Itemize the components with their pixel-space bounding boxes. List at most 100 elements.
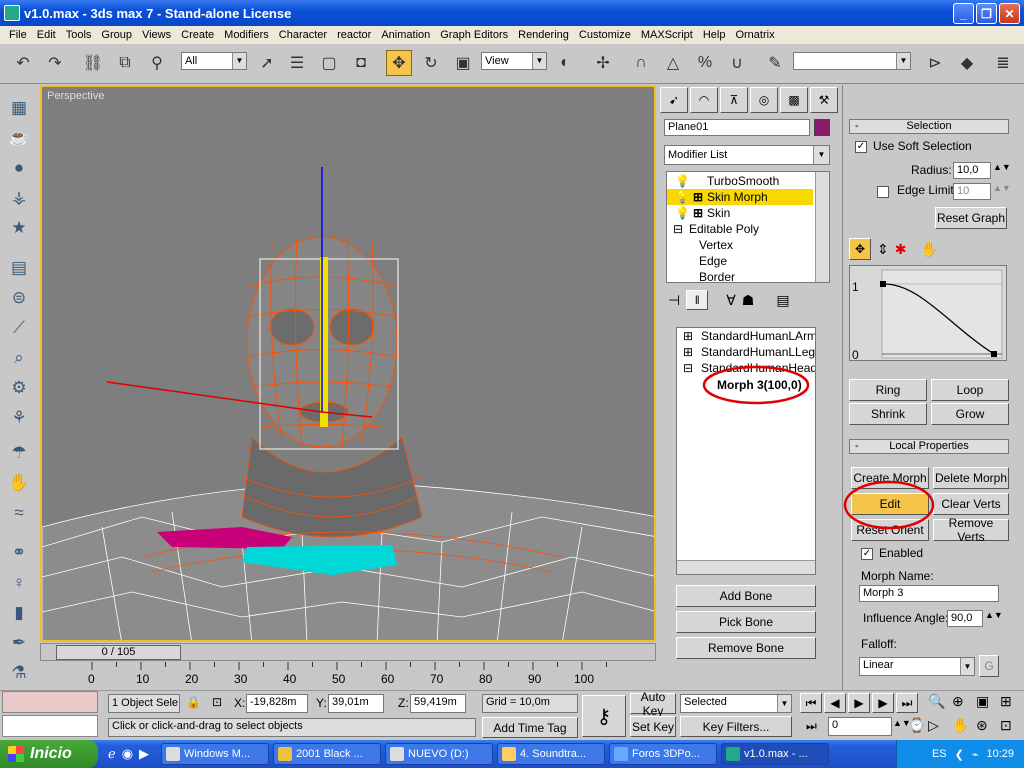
- enabled-checkbox[interactable]: ✓: [861, 548, 873, 560]
- tab-motion-icon[interactable]: ◎: [750, 87, 778, 113]
- absolute-mode-icon[interactable]: ⊡: [212, 695, 222, 709]
- mirror-icon[interactable]: ⊳: [922, 50, 948, 76]
- bulb-icon[interactable]: 💡: [675, 205, 690, 221]
- field-of-view-icon[interactable]: ▷: [928, 717, 950, 739]
- stack-subitem-border[interactable]: Border: [667, 269, 813, 282]
- menu-character[interactable]: Character: [274, 29, 332, 41]
- collapse-minus-icon[interactable]: ⊟: [673, 221, 683, 237]
- create-light-icon[interactable]: ⚶: [6, 185, 32, 211]
- scene-canvas[interactable]: [42, 87, 656, 642]
- scale-point-icon[interactable]: ⇕: [877, 241, 889, 258]
- task-soundtrack[interactable]: 4. Soundtra...: [497, 743, 606, 765]
- biped-icon[interactable]: ♀: [6, 570, 32, 596]
- create-bone-icon[interactable]: ⟋: [6, 315, 32, 341]
- clock[interactable]: 10:29: [986, 748, 1014, 760]
- tray-arrow-icon[interactable]: ❮: [955, 748, 964, 761]
- stack-item-turbosmooth[interactable]: 💡 TurboSmooth: [667, 173, 813, 189]
- go-to-end-icon[interactable]: ⏭: [896, 693, 918, 713]
- maxscript-listener-top[interactable]: [2, 691, 98, 713]
- reset-graph-button[interactable]: Reset Graph: [935, 207, 1007, 229]
- expand-plus-icon[interactable]: ⊞: [683, 328, 693, 344]
- edge-limit-field[interactable]: 10: [953, 183, 991, 200]
- auto-key-button[interactable]: Auto Key: [630, 690, 676, 718]
- menu-ornatrix[interactable]: Ornatrix: [730, 29, 779, 41]
- next-frame-icon[interactable]: ▶: [872, 693, 894, 713]
- render-icon[interactable]: ▮: [6, 600, 32, 626]
- remove-verts-button[interactable]: Remove Verts: [933, 516, 1009, 544]
- pick-bone-button[interactable]: Pick Bone: [676, 611, 816, 633]
- minimize-button[interactable]: _: [953, 3, 974, 24]
- morph-name-field[interactable]: Morph 3: [859, 585, 999, 602]
- play-icon[interactable]: ▶: [848, 693, 870, 713]
- create-box-icon[interactable]: ▦: [6, 95, 32, 121]
- rect-selection-icon[interactable]: ▢: [316, 50, 342, 76]
- select-by-name-icon[interactable]: ☰: [284, 50, 310, 76]
- perspective-viewport[interactable]: Perspective: [40, 85, 656, 642]
- tab-display-icon[interactable]: ▩: [780, 87, 808, 113]
- current-frame-field[interactable]: 0: [828, 717, 892, 736]
- y-coordinate-field[interactable]: 39,01m: [328, 694, 384, 713]
- zoom-icon[interactable]: 🔍: [928, 693, 950, 715]
- time-config-icon[interactable]: ⌚: [908, 717, 925, 734]
- go-to-start-icon[interactable]: ⏮: [800, 693, 822, 713]
- x-coordinate-field[interactable]: -19,828m: [246, 694, 308, 713]
- create-plane-icon[interactable]: ▤: [6, 255, 32, 281]
- create-star-icon[interactable]: ★: [6, 215, 32, 241]
- create-teapot-icon[interactable]: ☕: [6, 125, 32, 151]
- grow-button[interactable]: Grow: [931, 403, 1009, 425]
- key-mode-toggle-icon[interactable]: ⏭: [806, 719, 817, 734]
- bulb-icon[interactable]: 💡: [675, 173, 690, 189]
- ring-button[interactable]: Ring: [849, 379, 927, 401]
- track-ruler[interactable]: 0 10 20 30 40 50 60 70 80 90 100: [40, 662, 656, 688]
- menu-views[interactable]: Views: [137, 29, 176, 41]
- task-foros[interactable]: Foros 3DPo...: [609, 743, 718, 765]
- unlink-icon[interactable]: ⧉: [112, 50, 138, 76]
- zoom-extents-all-icon[interactable]: ⊞: [1000, 693, 1022, 715]
- stack-item-skin[interactable]: 💡 ⊞ Skin: [667, 205, 813, 221]
- window-crossing-icon[interactable]: ◘: [348, 50, 374, 76]
- tab-utilities-icon[interactable]: ⚒: [810, 87, 838, 113]
- close-button[interactable]: ✕: [999, 3, 1020, 24]
- stack-item-skin-morph[interactable]: 💡 ⊞ Skin Morph: [667, 189, 813, 205]
- selection-filter-dropdown[interactable]: All ▼: [181, 52, 247, 70]
- menu-customize[interactable]: Customize: [574, 29, 636, 41]
- undo-icon[interactable]: ↶: [10, 50, 36, 76]
- tab-create-icon[interactable]: ➹: [660, 87, 688, 113]
- redo-icon[interactable]: ↷: [42, 50, 68, 76]
- pivot-center-icon[interactable]: ◐: [552, 50, 578, 76]
- radius-spinner-icon[interactable]: ▲▼: [993, 162, 1011, 172]
- arc-rotate-icon[interactable]: ⊛: [976, 717, 998, 739]
- edge-limit-spinner-icon[interactable]: ▲▼: [993, 183, 1011, 193]
- task-nuevo-drive[interactable]: NUEVO (D:): [385, 743, 494, 765]
- quicklaunch-ie-icon[interactable]: ℯ: [108, 746, 116, 762]
- task-windows-media[interactable]: Windows M...: [161, 743, 270, 765]
- menu-edit[interactable]: Edit: [32, 29, 61, 41]
- create-spacewarp-icon[interactable]: ⚘: [6, 405, 32, 431]
- edit-named-selection-icon[interactable]: ✎: [762, 50, 788, 76]
- stack-item-editable-poly[interactable]: ⊟ Editable Poly: [667, 221, 813, 237]
- pan-graph-icon[interactable]: ✋: [920, 241, 937, 258]
- utility-icon[interactable]: ⚗: [6, 660, 32, 686]
- key-filters-button[interactable]: Key Filters...: [680, 716, 792, 737]
- move-point-icon[interactable]: ✥: [849, 238, 871, 260]
- task-3dsmax[interactable]: v1.0.max - ...: [721, 743, 830, 765]
- configure-sets-icon[interactable]: ▤: [776, 292, 789, 309]
- radius-field[interactable]: 10,0: [953, 162, 991, 179]
- layer-manager-icon[interactable]: ≣: [990, 50, 1016, 76]
- bone-item[interactable]: ⊞ StandardHumanLArm02: [677, 328, 815, 344]
- clear-verts-button[interactable]: Clear Verts: [933, 493, 1009, 515]
- g-button[interactable]: G: [979, 655, 999, 677]
- expand-plus-icon[interactable]: ⊞: [693, 189, 703, 205]
- tray-network-icon[interactable]: ⌁: [972, 748, 979, 761]
- falloff-dropdown[interactable]: Linear ▼: [859, 657, 975, 676]
- menu-rendering[interactable]: Rendering: [513, 29, 574, 41]
- influence-angle-field[interactable]: 90,0: [947, 610, 983, 627]
- lock-icon[interactable]: 🔒: [186, 695, 201, 709]
- use-soft-selection-checkbox[interactable]: ✓: [855, 141, 867, 153]
- manipulate-icon[interactable]: ✢: [590, 50, 616, 76]
- menu-reactor[interactable]: reactor: [332, 29, 376, 41]
- select-link-icon[interactable]: ⛓: [80, 50, 106, 76]
- pan-icon[interactable]: ✋: [952, 717, 974, 739]
- zoom-extents-icon[interactable]: ▣: [976, 693, 998, 715]
- delete-morph-button[interactable]: Delete Morph: [933, 467, 1009, 489]
